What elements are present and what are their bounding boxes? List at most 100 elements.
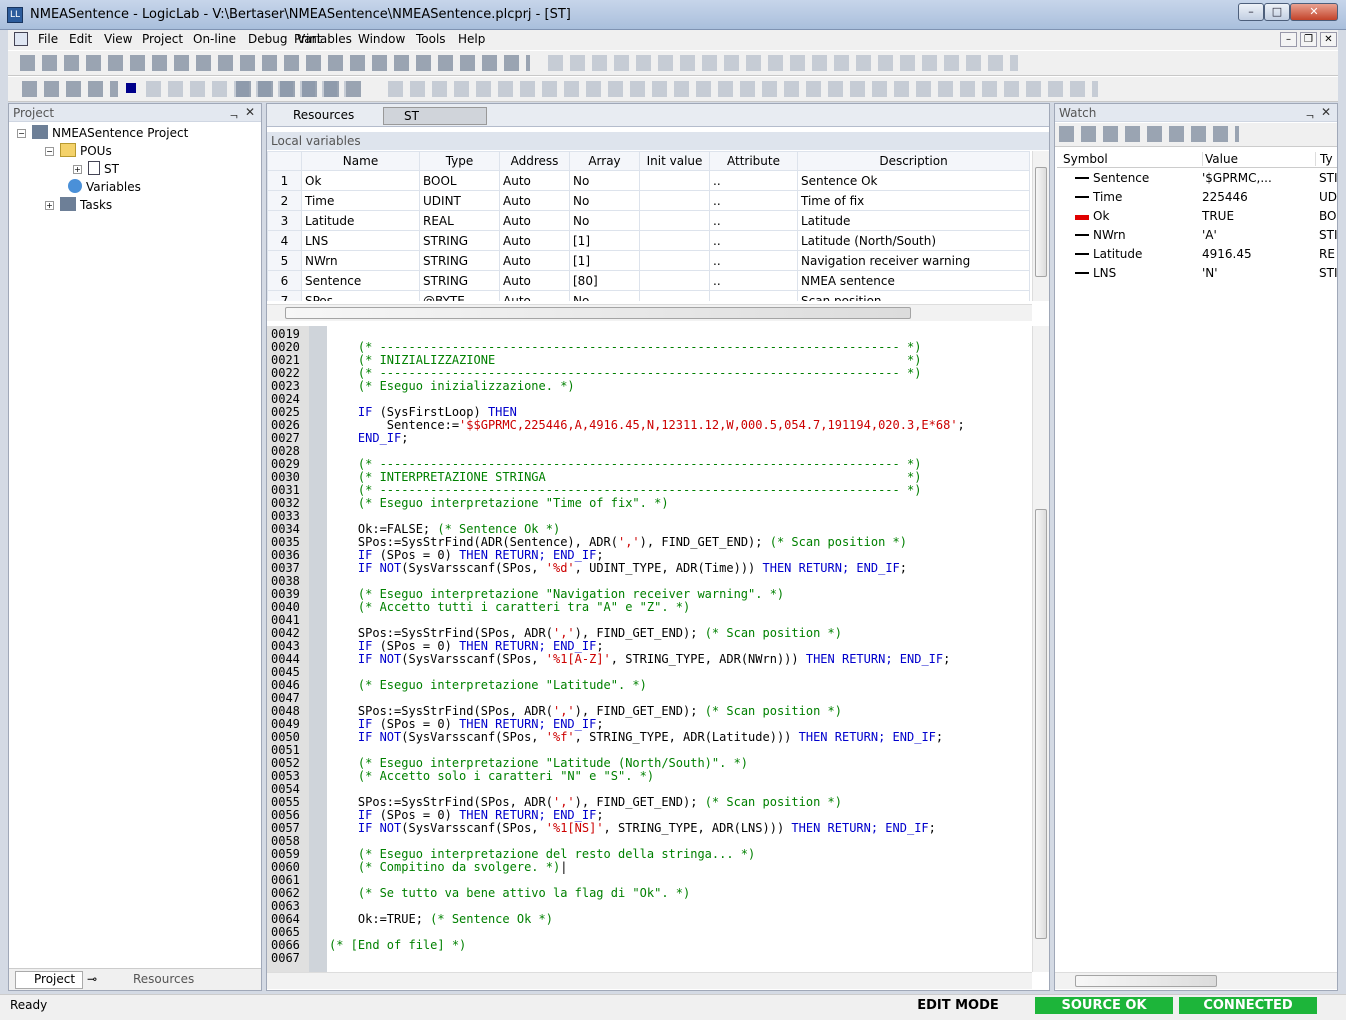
var-init[interactable] <box>639 290 710 301</box>
close-icon[interactable]: ✕ <box>245 105 255 119</box>
col-value[interactable]: Value <box>1202 152 1238 166</box>
toolbar-online-icons[interactable] <box>236 81 366 97</box>
toolbar-layout-icons[interactable] <box>548 55 1018 71</box>
code-line[interactable]: (* Compitino da svolgere. *)| <box>329 861 568 874</box>
var-attribute[interactable]: .. <box>709 170 798 191</box>
tree-item-tasks[interactable]: + Tasks <box>45 197 112 212</box>
row-number[interactable]: 7 <box>267 290 302 301</box>
var-type[interactable]: STRING <box>419 230 500 251</box>
document-icon[interactable] <box>14 32 28 46</box>
var-array[interactable]: No <box>569 170 640 191</box>
toolbar-debug-icons[interactable] <box>22 81 118 97</box>
tab-link-icon[interactable]: ⊸ <box>87 972 109 986</box>
col-type[interactable]: Type <box>419 151 500 171</box>
var-description[interactable]: Latitude <box>797 210 1030 231</box>
row-number[interactable]: 4 <box>267 230 302 251</box>
var-array[interactable]: No <box>569 290 640 301</box>
var-name[interactable]: Sentence <box>301 270 420 291</box>
watch-symbol[interactable]: NWrn <box>1093 228 1126 242</box>
menu-variables[interactable]: Variables <box>297 32 352 46</box>
var-name[interactable]: LNS <box>301 230 420 251</box>
col-type[interactable]: Ty <box>1315 152 1333 166</box>
row-number[interactable]: 3 <box>267 210 302 231</box>
watch-symbol[interactable]: Time <box>1093 190 1122 204</box>
code-line[interactable]: IF NOT(SysVarsscanf(SPos, '%f', STRING_T… <box>329 731 943 744</box>
watch-symbol[interactable]: Sentence <box>1093 171 1149 185</box>
code-hscroll[interactable] <box>267 972 1032 989</box>
watch-toolbar-icons[interactable] <box>1059 126 1239 142</box>
code-line[interactable]: (* Se tutto va bene attivo la flag di "O… <box>329 887 690 900</box>
var-attribute[interactable]: .. <box>709 250 798 271</box>
col-array[interactable]: Array <box>569 151 640 171</box>
close-button[interactable]: ✕ <box>1290 3 1338 21</box>
watch-hscroll[interactable] <box>1055 972 1337 989</box>
pin-icon[interactable]: ᆨ <box>1305 105 1315 121</box>
menu-tools[interactable]: Tools <box>416 32 446 46</box>
code-line[interactable]: END_IF; <box>329 432 409 445</box>
menu-window[interactable]: Window <box>358 32 405 46</box>
menu-file[interactable]: File <box>38 32 58 46</box>
row-number[interactable]: 6 <box>267 270 302 291</box>
tab-st-editor[interactable]: ST <box>383 107 487 125</box>
col-name[interactable]: Name <box>301 151 420 171</box>
code-line[interactable]: Ok:=TRUE; (* Sentence Ok *) <box>329 913 553 926</box>
code-line[interactable]: Sentence:='$$GPRMC,225446,A,4916.45,N,12… <box>329 419 965 432</box>
var-description[interactable]: Time of fix <box>797 190 1030 211</box>
menu-help[interactable]: Help <box>458 32 485 46</box>
tab-resources-editor[interactable]: Resources <box>271 107 379 125</box>
collapse-icon[interactable]: − <box>45 147 54 156</box>
menu-view[interactable]: View <box>104 32 132 46</box>
tab-resources[interactable]: Resources <box>113 972 199 986</box>
collapse-icon[interactable]: − <box>17 129 26 138</box>
code-line[interactable]: IF NOT(SysVarsscanf(SPos, '%1[A-Z]', STR… <box>329 653 950 666</box>
var-name[interactable]: SPos <box>301 290 420 301</box>
var-address[interactable]: Auto <box>499 290 570 301</box>
row-number[interactable]: 1 <box>267 170 302 191</box>
var-init[interactable] <box>639 230 710 251</box>
var-init[interactable] <box>639 190 710 211</box>
variable-row[interactable]: 2 Time UDINT Auto No.. Time of fix <box>267 190 1030 211</box>
var-name[interactable]: Latitude <box>301 210 420 231</box>
var-name[interactable]: Ok <box>301 170 420 191</box>
watch-value[interactable]: 'N' <box>1202 266 1218 280</box>
var-attribute[interactable]: .. <box>709 230 798 251</box>
variables-hscroll[interactable] <box>267 304 1032 321</box>
var-address[interactable]: Auto <box>499 210 570 231</box>
var-attribute[interactable]: .. <box>709 270 798 291</box>
mdi-restore-button[interactable]: ❐ <box>1300 32 1317 47</box>
var-type[interactable]: @BYTE <box>419 290 500 301</box>
stop-icon[interactable] <box>126 83 136 93</box>
maximize-button[interactable]: □ <box>1264 3 1290 21</box>
code-vscroll[interactable] <box>1032 326 1049 972</box>
row-number[interactable]: 2 <box>267 190 302 211</box>
watch-value[interactable]: TRUE <box>1202 209 1234 223</box>
var-address[interactable]: Auto <box>499 170 570 191</box>
menu-project[interactable]: Project <box>142 32 183 46</box>
expand-icon[interactable]: + <box>73 165 82 174</box>
watch-type[interactable]: STI <box>1319 228 1338 242</box>
expand-icon[interactable]: + <box>45 201 54 210</box>
col-address[interactable]: Address <box>499 151 570 171</box>
tree-item-project[interactable]: − NMEASentence Project <box>17 125 188 140</box>
var-type[interactable]: REAL <box>419 210 500 231</box>
var-type[interactable]: BOOL <box>419 170 500 191</box>
var-type[interactable]: STRING <box>419 270 500 291</box>
col-init-value[interactable]: Init value <box>639 151 710 171</box>
code-line[interactable]: IF NOT(SysVarsscanf(SPos, '%1[NS]', STRI… <box>329 822 936 835</box>
variable-row[interactable]: 6 Sentence STRING Auto [80].. NMEA sentence <box>267 270 1030 291</box>
code-line[interactable]: (* [End of file] *) <box>329 939 466 952</box>
var-array[interactable]: [80] <box>569 270 640 291</box>
watch-type[interactable]: STI <box>1319 171 1338 185</box>
code-line[interactable]: IF NOT(SysVarsscanf(SPos, '%d', UDINT_TY… <box>329 562 907 575</box>
var-description[interactable]: Latitude (North/South) <box>797 230 1030 251</box>
pin-icon[interactable]: ᆨ <box>229 105 239 121</box>
variable-row[interactable]: 7 SPos @BYTE Auto No.. Scan position <box>267 290 1030 301</box>
var-type[interactable]: UDINT <box>419 190 500 211</box>
var-name[interactable]: Time <box>301 190 420 211</box>
watch-value[interactable]: '$GPRMC,... <box>1202 171 1272 185</box>
var-description[interactable]: Scan position <box>797 290 1030 301</box>
code-line[interactable]: (* Accetto solo i caratteri "N" e "S". *… <box>329 770 654 783</box>
code-line[interactable]: (* Eseguo inizializzazione. *) <box>329 380 575 393</box>
var-description[interactable]: Navigation receiver warning <box>797 250 1030 271</box>
code-editor[interactable]: 0019 0020 (* ----------------------------… <box>267 326 1032 972</box>
